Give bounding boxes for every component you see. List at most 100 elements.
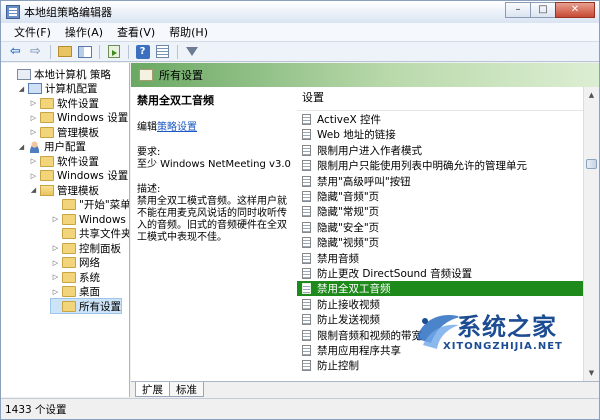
back-arrow-icon[interactable]: ⇦ xyxy=(7,44,24,60)
setting-row[interactable]: 隐藏"常规"页 xyxy=(297,204,583,219)
edit-policy-link[interactable]: 策略设置 xyxy=(157,122,197,133)
expand-toggle-icon[interactable]: ▷ xyxy=(51,273,60,281)
description-text: 禁用全双工模式音频。这样用户就不能在用麦克风说话的同时收听传入的音频。旧式的音频… xyxy=(137,196,287,243)
setting-row[interactable]: 禁用全双工音频 xyxy=(297,281,583,297)
tree-item[interactable]: ▷ Windows 设置 xyxy=(29,169,128,183)
tree-item[interactable]: ▷ 软件设置 xyxy=(29,154,99,168)
tree-item[interactable]: ◢ 用户配置 xyxy=(17,140,86,154)
policy-setting-icon xyxy=(302,114,311,125)
setting-row[interactable]: 隐藏"音频"页 xyxy=(297,189,583,204)
tree-item[interactable]: ▷ 控制面板 xyxy=(51,241,121,255)
menu-file[interactable]: 文件(F) xyxy=(7,24,58,40)
watermark-text: 系统之家 xyxy=(457,313,557,341)
policy-setting-icon xyxy=(302,144,311,156)
tree-item[interactable]: ▷ 系统 xyxy=(51,270,100,284)
properties-button[interactable] xyxy=(154,44,171,60)
show-pane-button[interactable] xyxy=(76,44,93,60)
maximize-button[interactable]: □ xyxy=(530,2,556,18)
tree-item-label: 桌面 xyxy=(79,286,100,298)
policy-setting-icon xyxy=(302,175,311,187)
setting-label: 限制用户进入作者模式 xyxy=(317,144,422,157)
setting-row[interactable]: 禁用"高级呼叫"按钮 xyxy=(297,174,583,189)
tree-item[interactable]: ▷ Windows 组件 xyxy=(51,212,129,226)
export-list-icon xyxy=(107,45,120,58)
minimize-button[interactable]: – xyxy=(505,2,531,18)
navigation-tree[interactable]: 本地计算机 策略 ◢ 计算机配置 ▷ 软件设置 ▷ Windows 设置 ▷ 管理模板 ◢ 用户配置… xyxy=(1,63,130,397)
tree-item[interactable]: "开始"菜单和 xyxy=(51,198,129,212)
setting-label: 防止发送视频 xyxy=(317,314,380,327)
folder-icon xyxy=(62,213,76,225)
tab-standard[interactable]: 标准 xyxy=(169,382,204,397)
user-icon xyxy=(28,140,41,153)
tree-item-label: Windows 设置 xyxy=(57,112,129,124)
category-title: 所有设置 xyxy=(159,69,203,82)
setting-label: 隐藏"安全"页 xyxy=(317,221,380,234)
tree-item[interactable]: ▷ 软件设置 xyxy=(29,96,99,110)
up-folder-button[interactable] xyxy=(56,44,73,60)
expand-toggle-icon[interactable]: ◢ xyxy=(29,186,38,194)
close-button[interactable]: ✕ xyxy=(555,2,595,18)
help-button[interactable]: ? xyxy=(134,44,151,60)
menu-help[interactable]: 帮助(H) xyxy=(162,24,215,40)
expand-toggle-icon[interactable]: ▷ xyxy=(29,99,38,107)
scroll-thumb[interactable] xyxy=(586,159,597,169)
setting-label: 限制音频和视频的带宽 xyxy=(317,329,422,342)
tree-item[interactable]: 本地计算机 策略 xyxy=(6,67,111,81)
export-list-button[interactable] xyxy=(105,44,122,60)
setting-label: 禁用应用程序共享 xyxy=(317,345,401,357)
description-block: 描述: 禁用全双工模式音频。这样用户就不能在用麦克风说话的同时收听传入的音频。旧… xyxy=(137,184,291,244)
setting-label: Web 地址的链接 xyxy=(317,129,396,142)
edit-line: 编辑策略设置 xyxy=(137,122,291,134)
forward-arrow-icon[interactable]: ⇨ xyxy=(27,44,44,60)
tab-extended[interactable]: 扩展 xyxy=(135,382,170,397)
tree-item[interactable]: 所有设置 xyxy=(50,298,122,314)
tree-item[interactable]: ▷ 桌面 xyxy=(51,285,100,299)
tree-item[interactable]: ◢ 计算机配置 xyxy=(17,82,98,96)
expand-toggle-icon[interactable]: ▷ xyxy=(29,128,38,136)
folder-icon xyxy=(40,97,54,109)
tree-item-label: Windows 组件 xyxy=(79,213,129,226)
tree-item[interactable]: ▷ 网络 xyxy=(51,256,100,270)
expand-toggle-icon[interactable]: ▷ xyxy=(29,114,38,122)
setting-row[interactable]: 隐藏"安全"页 xyxy=(297,220,583,235)
expand-toggle-icon[interactable]: ▷ xyxy=(51,288,60,296)
scroll-up-icon[interactable]: ▲ xyxy=(584,87,599,103)
setting-row[interactable]: 防止更改 DirectSound 音频设置 xyxy=(297,266,583,281)
setting-row[interactable]: 禁用音频 xyxy=(297,251,583,266)
folder-icon xyxy=(62,228,76,239)
setting-row[interactable]: Web 地址的链接 xyxy=(297,127,583,142)
tree-item[interactable]: ▷ Windows 设置 xyxy=(29,111,128,125)
tree-item[interactable]: ▷ 管理模板 xyxy=(29,125,99,139)
expand-toggle-icon[interactable]: ▷ xyxy=(51,215,60,223)
menu-view[interactable]: 查看(V) xyxy=(110,24,162,40)
policy-setting-icon xyxy=(302,360,311,372)
expand-toggle-icon[interactable]: ◢ xyxy=(17,85,26,93)
view-tabs: 扩展 标准 xyxy=(131,381,599,397)
expand-toggle-icon[interactable]: ▷ xyxy=(29,157,38,165)
policy-setting-icon xyxy=(302,129,311,141)
expand-toggle-icon[interactable]: ▷ xyxy=(29,172,38,180)
edit-prefix: 编辑 xyxy=(137,122,157,133)
folder-icon xyxy=(62,242,76,254)
policy-setting-icon xyxy=(302,329,311,341)
filter-icon xyxy=(185,47,198,56)
menu-action[interactable]: 操作(A) xyxy=(58,24,110,40)
expand-toggle-icon[interactable]: ◢ xyxy=(17,143,26,151)
watermark: 系统之家 XITONGZHIJIA.NET xyxy=(413,301,599,379)
setting-row[interactable]: 限制用户只能使用列表中明确允许的管理单元 xyxy=(297,158,583,173)
expand-toggle-icon[interactable]: ▷ xyxy=(51,259,60,267)
setting-row[interactable]: 隐藏"视频"页 xyxy=(297,235,583,250)
filter-button[interactable] xyxy=(183,44,200,60)
toolbar-separator xyxy=(99,44,100,59)
title-bar[interactable]: 本地组策略编辑器 – □ ✕ xyxy=(1,1,599,23)
column-header-setting[interactable]: 设置 xyxy=(297,87,583,111)
setting-row[interactable]: ActiveX 控件 xyxy=(297,112,583,127)
tree-item[interactable]: ◢ 管理模板 xyxy=(29,183,99,197)
setting-row[interactable]: 限制用户进入作者模式 xyxy=(297,143,583,158)
tree-item[interactable]: 共享文件夹 xyxy=(51,227,129,241)
tree-item-label: 软件设置 xyxy=(57,155,99,168)
show-pane-icon xyxy=(77,45,92,58)
setting-label: 隐藏"常规"页 xyxy=(317,206,380,219)
category-header: 所有设置 xyxy=(131,63,599,87)
expand-toggle-icon[interactable]: ▷ xyxy=(51,244,60,252)
